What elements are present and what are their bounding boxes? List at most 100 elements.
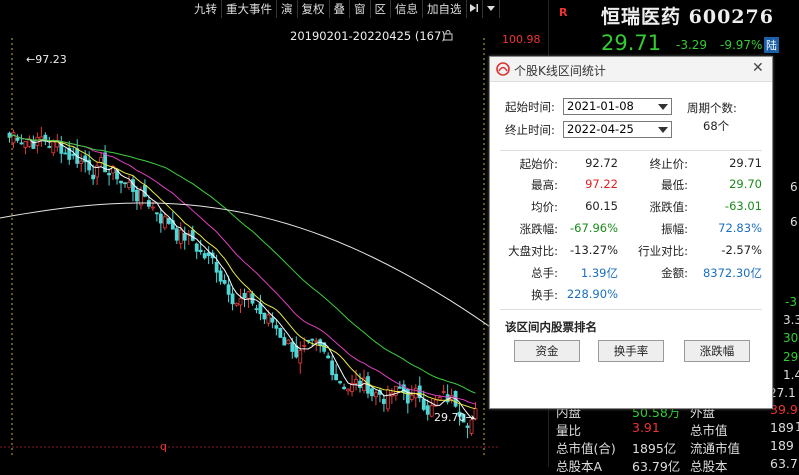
kline-svg — [0, 38, 500, 458]
candle-body — [242, 293, 247, 299]
candle-body — [278, 328, 283, 338]
toolbar-item-jiuzhuan[interactable]: 九转 — [190, 0, 222, 18]
candle-body — [314, 340, 319, 343]
candle-body — [246, 291, 251, 299]
toolbar-item-yan[interactable]: 演 — [277, 0, 298, 18]
candle-body — [214, 261, 219, 273]
candle-body — [465, 425, 470, 428]
candle-body — [150, 206, 155, 209]
ma10-line — [9, 134, 476, 410]
stat-label: 总手: — [531, 266, 558, 280]
ma20-line — [9, 134, 476, 405]
candle-body — [290, 342, 295, 352]
candle-body — [385, 389, 390, 410]
end-time-select[interactable]: 2022-04-25 — [563, 121, 672, 138]
stat-value: 8372.30亿 — [702, 266, 762, 280]
candle-body — [15, 137, 20, 141]
candle-body — [262, 312, 267, 320]
candle-body — [441, 391, 446, 393]
candle-body — [190, 229, 195, 241]
stat-label: 行业对比: — [638, 244, 688, 258]
candle-body — [11, 132, 16, 144]
kline-chart[interactable] — [0, 18, 500, 467]
divider — [500, 309, 762, 310]
rank-turnover-button[interactable]: 换手率 — [598, 340, 664, 362]
start-time-select[interactable]: 2021-01-08 — [563, 98, 672, 115]
toolbar-item-adjust[interactable]: 复权 — [298, 0, 330, 18]
quote-value: 189 — [770, 438, 794, 453]
chart-toolbar: 九转 重大事件 演 复权 叠 窗 区 信息 加自选 — [190, 0, 500, 18]
candle-body — [166, 217, 171, 224]
price-change: -3.29 — [676, 38, 708, 52]
toolbar-item-info[interactable]: 信息 — [391, 0, 423, 18]
dropdown-arrow-icon[interactable] — [483, 0, 500, 18]
quote-value: 6 — [790, 215, 798, 229]
dialog-titlebar[interactable]: 个股K线区间统计 ✕ — [490, 57, 772, 82]
ma60-line — [9, 134, 476, 394]
stat-label: 大盘对比: — [508, 244, 558, 258]
candle-body — [342, 386, 346, 390]
arrow-left-icon: ← — [26, 53, 36, 66]
candle-body — [143, 185, 147, 197]
candle-body — [258, 303, 263, 315]
quote-value: 27.1 — [769, 386, 796, 400]
stat-label: 最高: — [531, 178, 558, 192]
candle-body — [206, 252, 211, 256]
toolbar-item-overlay[interactable]: 叠 — [330, 0, 350, 18]
candle-body — [405, 388, 410, 404]
quote-label: 总市值(合) — [556, 441, 616, 456]
candle-body — [71, 154, 76, 156]
quote-value: 3.91 — [632, 420, 660, 435]
quote-value: 29 — [783, 350, 799, 364]
stat-label: 涨跌值: — [649, 200, 688, 214]
candle-body — [194, 243, 199, 252]
stat-label: 振幅: — [661, 222, 688, 236]
stat-label: 金额: — [661, 266, 688, 280]
current-price: 29.71 — [601, 31, 662, 55]
quote-value: 6 — [790, 180, 798, 194]
rank-capital-button[interactable]: 资金 — [514, 340, 580, 362]
candle-body — [23, 141, 28, 148]
candle-body — [91, 174, 96, 180]
rank-change-button[interactable]: 涨跌幅 — [684, 340, 750, 362]
bottom-marker: q — [160, 440, 167, 453]
end-time-label: 终止时间: — [505, 123, 555, 137]
range-label: 20190201-20220425 (167) — [290, 29, 446, 43]
toolbar-item-add-watchlist[interactable]: 加自选 — [423, 0, 467, 18]
candle-body — [19, 142, 24, 145]
candle-body — [270, 317, 275, 323]
candle-body — [79, 160, 84, 164]
candle-body — [266, 314, 271, 324]
candle-body — [158, 213, 163, 224]
stat-value: 29.70 — [729, 177, 762, 191]
candle-body — [39, 136, 44, 140]
toolbar-item-window[interactable]: 窗 — [350, 0, 371, 18]
quote-value: 1895亿 — [632, 441, 677, 456]
toolbar-item-range[interactable]: 区 — [371, 0, 391, 18]
stat-value: 228.90% — [566, 287, 618, 301]
quote-label: 总股本 — [690, 459, 728, 474]
close-icon[interactable]: ✕ — [752, 60, 764, 76]
stat-label: 最低: — [661, 178, 688, 192]
candle-body — [198, 249, 203, 253]
candle-body — [63, 152, 68, 155]
candle-body — [162, 216, 167, 229]
candle-body — [382, 398, 386, 404]
candle-body — [437, 397, 442, 401]
candle-body — [429, 405, 434, 417]
skip-forward-icon[interactable] — [467, 0, 484, 18]
toolbar-item-major-events[interactable]: 重大事件 — [222, 0, 277, 18]
quote-value: 30 — [783, 331, 799, 345]
stock-code: 600276 — [688, 6, 774, 28]
candle-body — [51, 140, 56, 154]
candle-body — [374, 392, 378, 398]
quote-value: 63.79亿 — [632, 459, 681, 474]
quote-value: 63.7 — [770, 456, 798, 471]
app-logo-icon — [496, 62, 510, 76]
candle-body — [370, 388, 374, 397]
lock-icon[interactable] — [442, 29, 454, 41]
start-time-label: 起始时间: — [505, 100, 555, 114]
period-count-label: 周期个数: — [687, 101, 737, 115]
candle-body — [178, 229, 183, 244]
divider — [500, 150, 762, 151]
